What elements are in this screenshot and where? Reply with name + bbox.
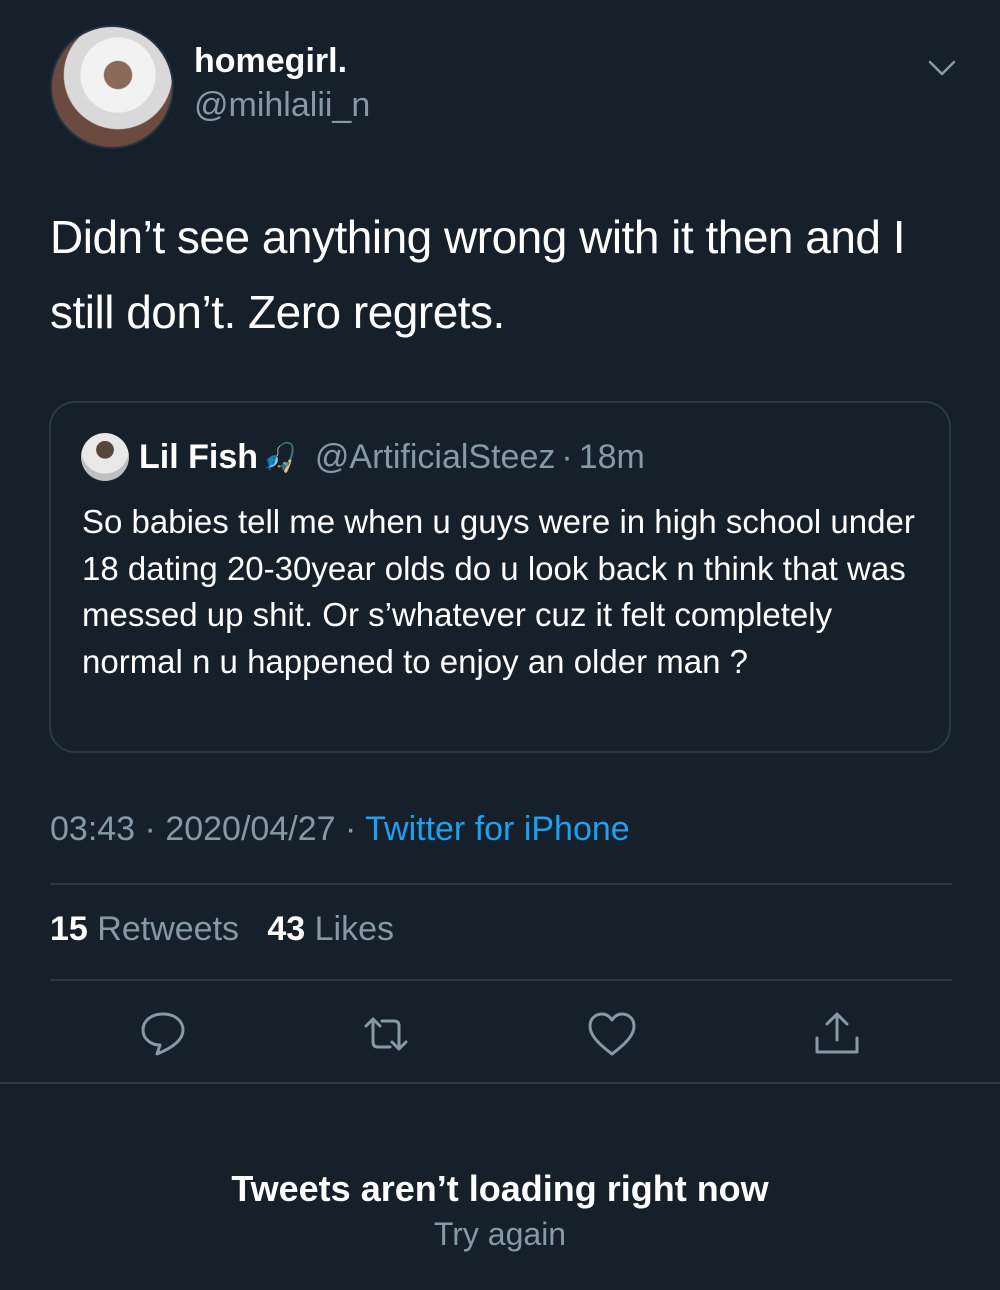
tweet-text: Didn’t see anything wrong with it then a… bbox=[50, 211, 906, 338]
tweet-date: 2020/04/27 bbox=[165, 810, 336, 848]
likes-label: Likes bbox=[314, 910, 395, 948]
divider bbox=[50, 979, 952, 981]
retweets-label: Retweets bbox=[97, 910, 240, 948]
quoted-tweet-text: So babies tell me when u guys were in hi… bbox=[82, 503, 915, 680]
quoted-author-handle: @ArtificialSteez bbox=[314, 437, 556, 476]
tweet-time: 03:43 bbox=[50, 810, 136, 848]
separator-dot: · bbox=[144, 810, 156, 848]
author-avatar[interactable] bbox=[50, 25, 174, 149]
tweet-action-bar bbox=[0, 1008, 1000, 1068]
tweet-source-link[interactable]: Twitter for iPhone bbox=[365, 810, 630, 848]
fishing-pole-emoji: 🎣 bbox=[262, 441, 297, 473]
separator-dot: · bbox=[561, 437, 573, 476]
try-again-button[interactable]: Try again bbox=[0, 1213, 1000, 1255]
error-title: Tweets aren’t loading right now bbox=[231, 1168, 769, 1209]
tweet-header: homegirl. @mihlalii_n bbox=[50, 25, 370, 149]
retweet-icon[interactable] bbox=[360, 1008, 412, 1060]
likes-count: 43 bbox=[267, 910, 306, 948]
divider bbox=[0, 1082, 1000, 1084]
quoted-tweet-time: 18m bbox=[578, 437, 645, 476]
quoted-tweet[interactable]: Lil Fish 🎣 @ArtificialSteez · 18m So bab… bbox=[49, 401, 951, 753]
load-error-message: Tweets aren’t loading right now Try agai… bbox=[0, 1165, 1000, 1255]
reply-icon[interactable] bbox=[137, 1008, 189, 1060]
quoted-author-name: Lil Fish bbox=[139, 437, 258, 476]
likes-stat[interactable]: 43 Likes bbox=[267, 910, 394, 948]
heart-icon[interactable] bbox=[586, 1008, 638, 1060]
divider bbox=[50, 883, 952, 885]
tweet-meta: 03:43 · 2020/04/27 · Twitter for iPhone bbox=[50, 810, 630, 849]
quoted-author-avatar bbox=[81, 433, 129, 481]
author-display-name[interactable]: homegirl. bbox=[194, 39, 370, 83]
share-icon[interactable] bbox=[811, 1008, 863, 1060]
tweet-stats: 15 Retweets 43 Likes bbox=[50, 910, 394, 949]
author-names: homegirl. @mihlalii_n bbox=[194, 39, 370, 127]
chevron-down-icon[interactable] bbox=[928, 58, 956, 78]
separator-dot: · bbox=[344, 810, 357, 848]
retweets-stat[interactable]: 15 Retweets bbox=[50, 910, 239, 948]
quoted-tweet-header: Lil Fish 🎣 @ArtificialSteez · 18m bbox=[81, 433, 645, 481]
tweet-detail-screen: homegirl. @mihlalii_n Didn’t see anythin… bbox=[0, 0, 1000, 1290]
retweets-count: 15 bbox=[50, 910, 88, 948]
author-handle[interactable]: @mihlalii_n bbox=[194, 83, 370, 127]
